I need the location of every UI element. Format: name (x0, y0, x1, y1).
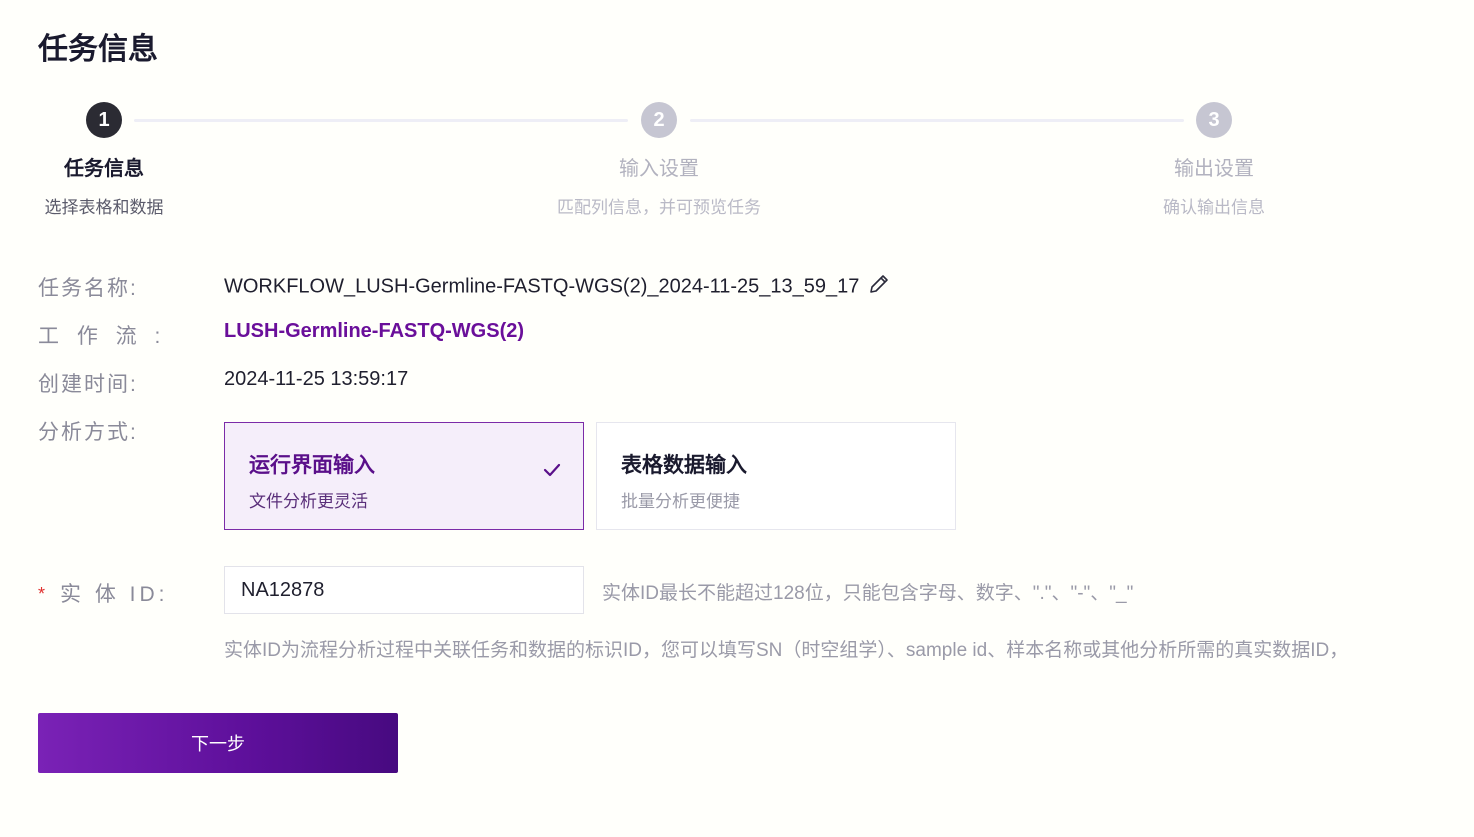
mode-option-ui-input[interactable]: 运行界面输入 文件分析更灵活 (224, 422, 584, 530)
task-name-label: 任务名称: (38, 277, 138, 300)
analysis-mode-label: 分析方式: (38, 421, 138, 444)
step-title: 输出设置 (1174, 158, 1254, 180)
page-title: 任务信息 (38, 33, 158, 66)
mode-option-table-input[interactable]: 表格数据输入 批量分析更便捷 (596, 422, 956, 530)
step-number-badge: 2 (641, 102, 677, 138)
mode-option-subtitle: 文件分析更灵活 (249, 492, 368, 511)
pencil-icon[interactable] (867, 272, 891, 302)
task-name-value: WORKFLOW_LUSH-Germline-FASTQ-WGS(2)_2024… (224, 272, 891, 302)
workflow-label: 工 作 流 : (38, 325, 167, 348)
required-mark: * (38, 584, 46, 604)
step-title: 任务信息 (64, 158, 144, 180)
step-number-badge: 1 (86, 102, 122, 138)
entity-id-description: 实体ID为流程分析过程中关联任务和数据的标识ID，您可以填写SN（时空组学）、s… (224, 640, 1349, 661)
entity-id-input[interactable] (224, 566, 584, 614)
workflow-value: LUSH-Germline-FASTQ-WGS(2) (224, 320, 525, 342)
mode-option-title: 表格数据输入 (621, 454, 747, 477)
step-description: 确认输出信息 (1163, 198, 1265, 217)
next-step-button[interactable]: 下一步 (38, 713, 398, 773)
step-1[interactable]: 1 任务信息 选择表格和数据 (0, 100, 254, 218)
task-name-text: WORKFLOW_LUSH-Germline-FASTQ-WGS(2)_2024… (224, 275, 860, 298)
created-time-label: 创建时间: (38, 373, 138, 396)
mode-option-subtitle: 批量分析更便捷 (621, 492, 740, 511)
created-time-row: 创建时间: 2024-11-25 13:59:17 (38, 368, 1474, 398)
created-time-value: 2024-11-25 13:59:17 (224, 368, 409, 390)
mode-option-title: 运行界面输入 (249, 454, 375, 477)
step-3[interactable]: 3 输出设置 确认输出信息 (1064, 100, 1364, 218)
checkmark-icon (543, 463, 561, 482)
workflow-row: 工 作 流 : LUSH-Germline-FASTQ-WGS(2) (38, 320, 1474, 350)
step-2[interactable]: 2 输入设置 匹配列信息，并可预览任务 (509, 100, 809, 218)
step-description: 选择表格和数据 (44, 198, 164, 217)
step-number-badge: 3 (1196, 102, 1232, 138)
step-title: 输入设置 (619, 158, 699, 180)
step-description: 匹配列信息，并可预览任务 (557, 198, 761, 217)
entity-id-hint: 实体ID最长不能超过128位，只能包含字母、数字、"."、"-"、"_" (602, 583, 1134, 604)
stepper: 1 任务信息 选择表格和数据 2 输入设置 匹配列信息，并可预览任务 3 输出设… (0, 100, 1474, 220)
entity-id-label: 实 体 ID: (60, 583, 169, 606)
task-name-row: 任务名称: WORKFLOW_LUSH-Germline-FASTQ-WGS(2… (38, 272, 1474, 302)
